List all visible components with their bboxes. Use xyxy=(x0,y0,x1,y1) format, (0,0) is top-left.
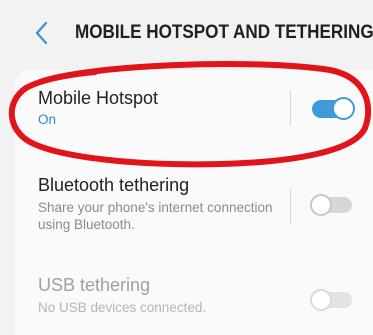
setting-row-usb-tethering[interactable]: USB tethering No USB devices connected. xyxy=(15,270,373,335)
setting-row-mobile-hotspot[interactable]: Mobile Hotspot On xyxy=(15,70,373,170)
toggle-knob xyxy=(332,97,355,120)
back-button[interactable] xyxy=(30,18,54,48)
setting-title: Bluetooth tethering xyxy=(38,175,190,195)
divider xyxy=(290,189,291,225)
setting-title: USB tethering xyxy=(38,275,151,295)
setting-row-bluetooth-tethering[interactable]: Bluetooth tethering Share your phone's i… xyxy=(15,170,373,270)
page-title: MOBILE HOTSPOT AND TETHERING xyxy=(75,22,373,43)
mobile-hotspot-toggle[interactable] xyxy=(310,97,355,120)
settings-list: Mobile Hotspot On Bluetooth tethering Sh… xyxy=(15,70,373,335)
chevron-left-icon xyxy=(35,21,48,45)
divider xyxy=(290,90,291,126)
toggle-knob xyxy=(310,194,332,216)
app-bar: MOBILE HOTSPOT AND TETHERING xyxy=(0,0,373,70)
setting-title: Mobile Hotspot xyxy=(38,88,159,108)
setting-status: On xyxy=(38,112,57,127)
usb-tethering-toggle[interactable] xyxy=(310,287,354,311)
toggle-knob xyxy=(310,289,332,311)
setting-description: No USB devices connected. xyxy=(38,300,207,315)
setting-description: Share your phone's internet connection u… xyxy=(38,200,273,232)
bluetooth-tethering-toggle[interactable] xyxy=(310,192,354,216)
